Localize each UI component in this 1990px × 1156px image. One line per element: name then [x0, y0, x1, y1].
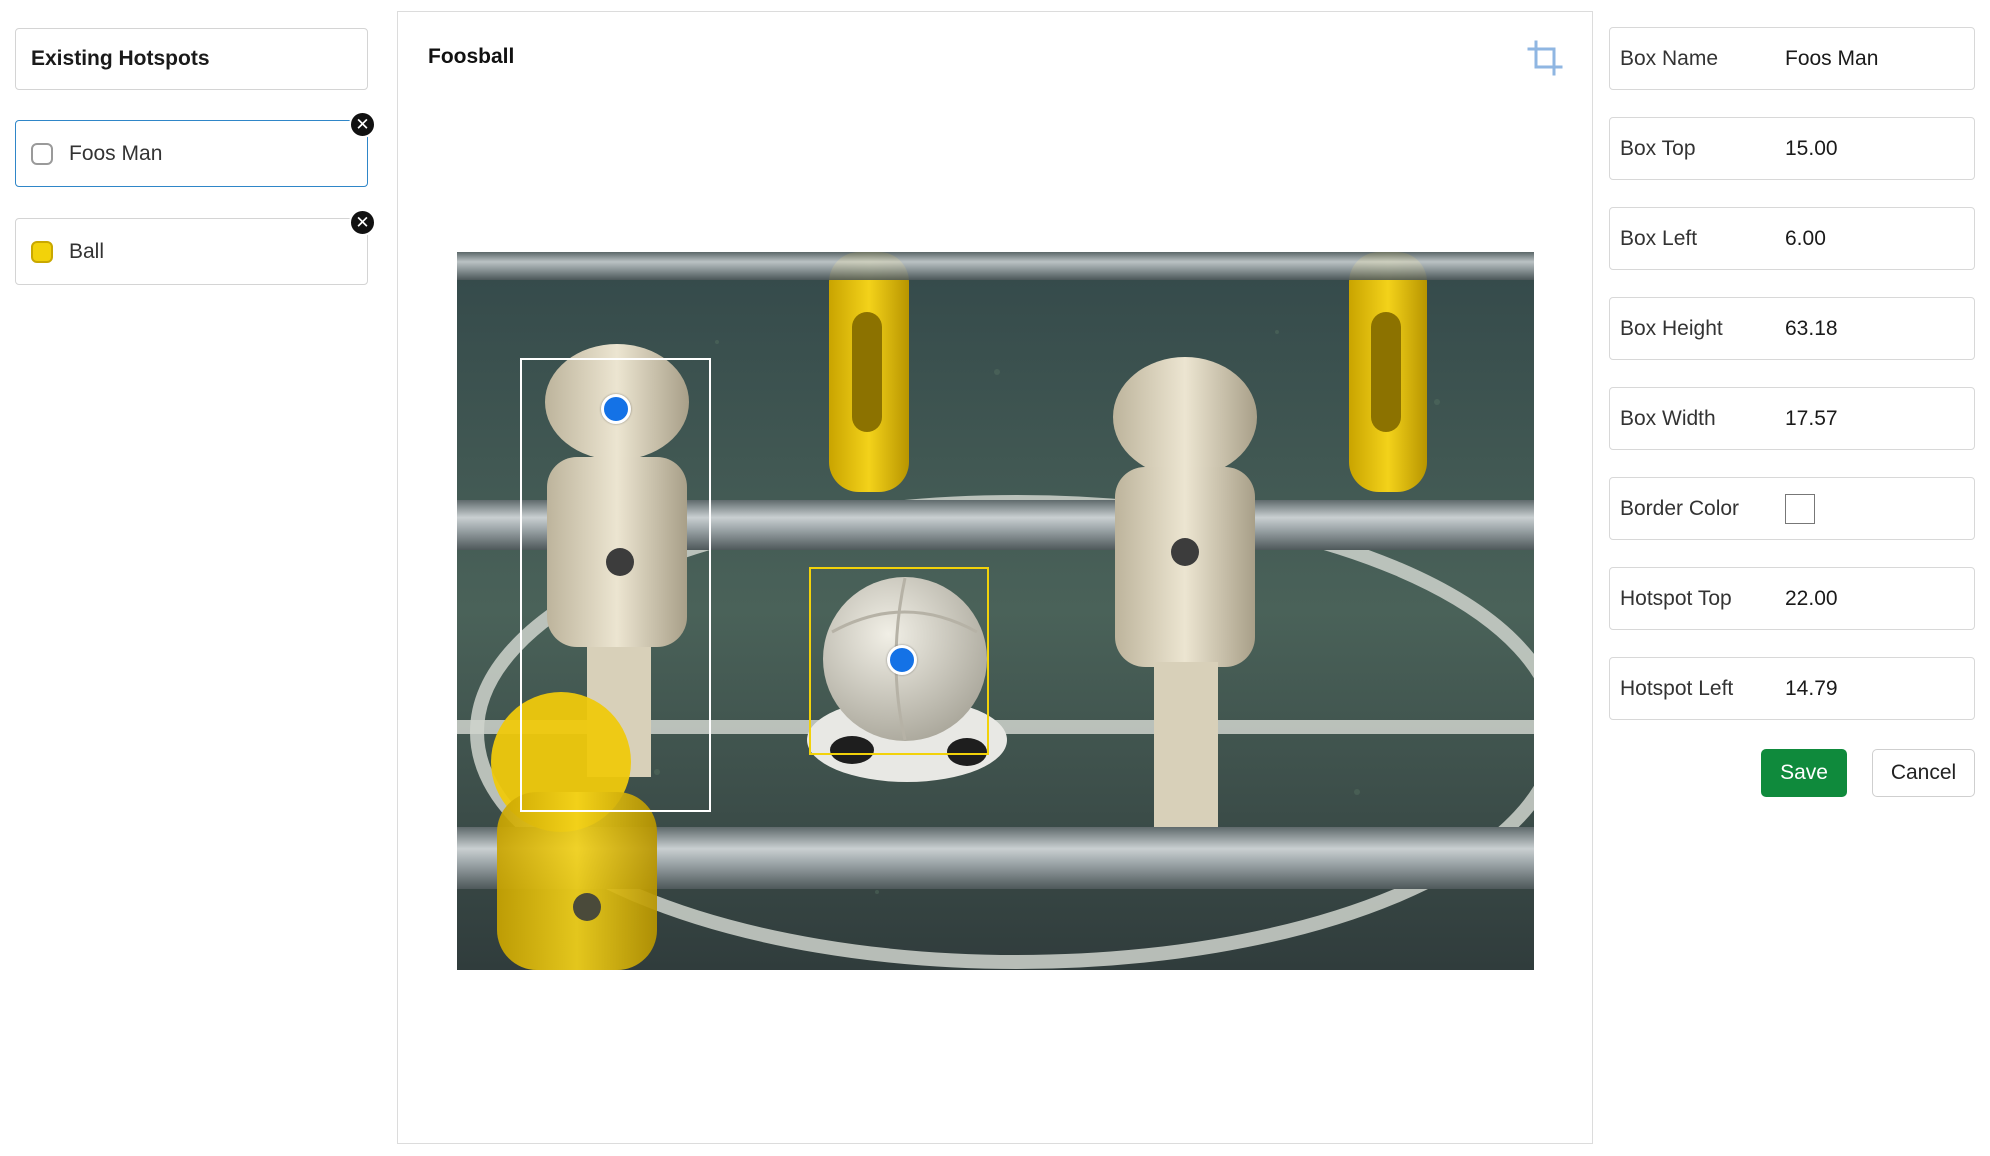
- hotspots-panel: Existing Hotspots Foos Man ✕ Ball ✕: [15, 28, 376, 285]
- field-label: Box Height: [1620, 316, 1723, 340]
- box-width-input[interactable]: 17.57: [1785, 407, 1838, 431]
- field-box-height: Box Height 63.18: [1609, 297, 1975, 360]
- field-label: Box Width: [1620, 406, 1716, 430]
- remove-hotspot-icon[interactable]: ✕: [349, 209, 376, 236]
- field-hotspot-top: Hotspot Top 22.00: [1609, 567, 1975, 630]
- crop-icon[interactable]: [1527, 40, 1563, 76]
- field-label: Box Left: [1620, 226, 1698, 250]
- image-editor-panel: Foosball: [397, 11, 1593, 1144]
- field-label: Border Color: [1620, 496, 1740, 520]
- swatch-foos-man[interactable]: [31, 142, 53, 165]
- field-border-color: Border Color: [1609, 477, 1975, 540]
- field-box-top: Box Top 15.00: [1609, 117, 1975, 180]
- save-button[interactable]: Save: [1761, 749, 1847, 797]
- hotspot-label: Foos Man: [69, 141, 163, 165]
- box-height-input[interactable]: 63.18: [1785, 317, 1838, 341]
- hotspots-panel-title: Existing Hotspots: [15, 28, 368, 90]
- hotspot-item-foos-man[interactable]: Foos Man ✕: [15, 111, 376, 187]
- field-label: Box Top: [1620, 136, 1696, 160]
- field-box-name: Box Name Foos Man: [1609, 27, 1975, 90]
- hotspot-box-foos-man[interactable]: [520, 358, 711, 812]
- foosball-image[interactable]: [457, 252, 1534, 970]
- field-label: Hotspot Top: [1620, 586, 1732, 610]
- field-label: Hotspot Left: [1620, 676, 1734, 700]
- box-name-input[interactable]: Foos Man: [1785, 47, 1878, 71]
- swatch-ball[interactable]: [31, 240, 53, 263]
- field-box-width: Box Width 17.57: [1609, 387, 1975, 450]
- hotspot-marker-ball[interactable]: [887, 645, 917, 675]
- field-hotspot-left: Hotspot Left 14.79: [1609, 657, 1975, 720]
- border-color-swatch[interactable]: [1785, 493, 1815, 524]
- hotspot-marker-foos-man[interactable]: [601, 394, 631, 424]
- hotspot-left-input[interactable]: 14.79: [1785, 677, 1838, 701]
- cancel-button[interactable]: Cancel: [1872, 749, 1975, 797]
- image-title: Foosball: [428, 45, 515, 68]
- hotspot-item-ball[interactable]: Ball ✕: [15, 209, 376, 285]
- field-label: Box Name: [1620, 46, 1719, 70]
- hotspot-label: Ball: [69, 239, 105, 263]
- box-left-input[interactable]: 6.00: [1785, 227, 1826, 251]
- field-box-left: Box Left 6.00: [1609, 207, 1975, 270]
- hotspot-top-input[interactable]: 22.00: [1785, 587, 1838, 611]
- box-top-input[interactable]: 15.00: [1785, 137, 1838, 161]
- remove-hotspot-icon[interactable]: ✕: [349, 111, 376, 138]
